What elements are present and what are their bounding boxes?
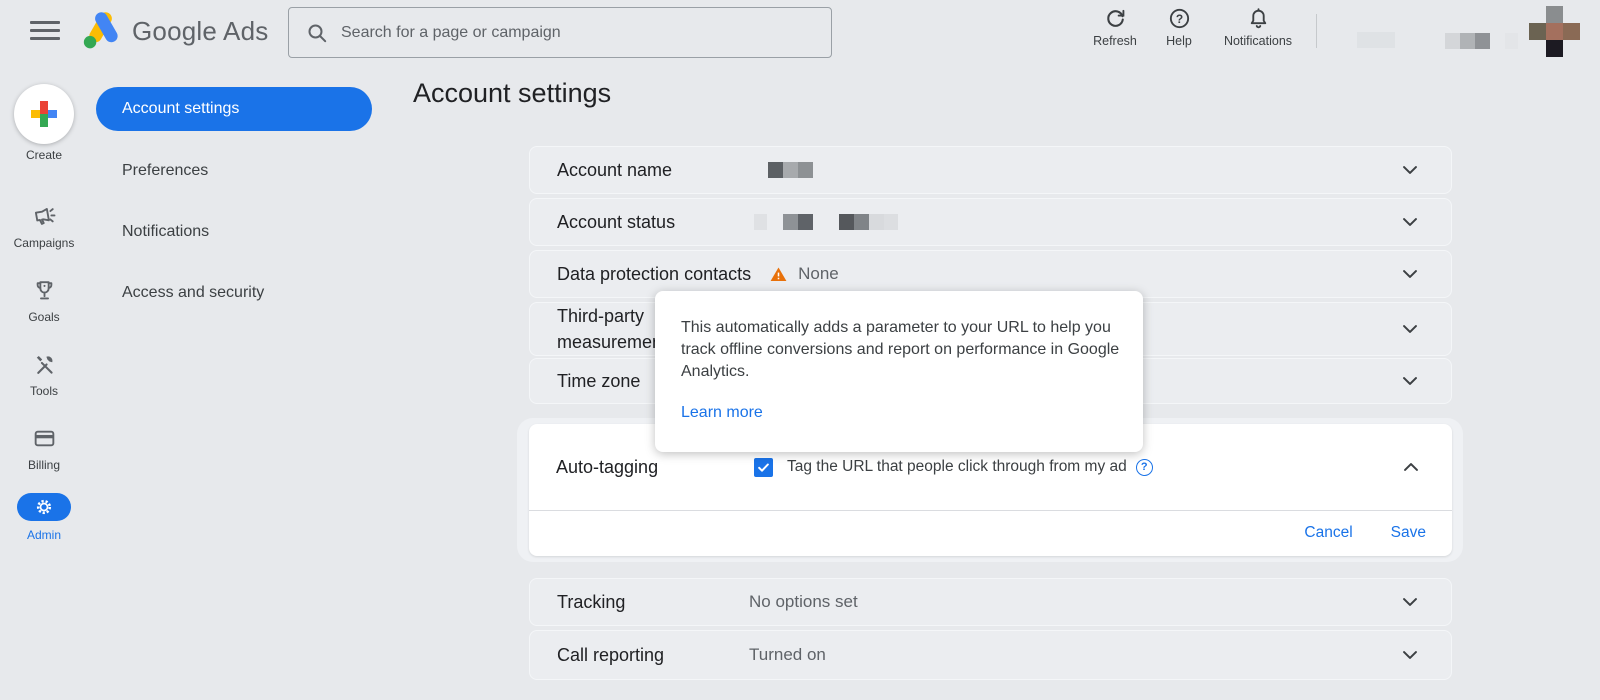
sidebar-item-campaigns[interactable]: Campaigns <box>0 204 88 250</box>
plus-icon <box>29 99 59 129</box>
top-bar: Google Ads Refresh ? Help Notifications <box>0 0 1600 66</box>
chevron-down-icon[interactable] <box>1399 318 1421 340</box>
row-value: None <box>798 264 839 284</box>
row-label: Call reporting <box>557 645 749 666</box>
chevron-down-icon[interactable] <box>1399 263 1421 285</box>
row-value: Turned on <box>749 645 826 665</box>
trophy-icon <box>32 278 57 303</box>
row-label: Tracking <box>557 592 749 613</box>
row-label: Account status <box>557 212 749 233</box>
search-icon <box>305 21 329 45</box>
row-label: Account name <box>557 160 749 181</box>
save-button[interactable]: Save <box>1391 524 1426 542</box>
create-label: Create <box>0 148 88 162</box>
row-account-status[interactable]: Account status <box>529 198 1452 246</box>
bell-icon <box>1246 6 1271 31</box>
subnav-item-label: Account settings <box>122 100 239 118</box>
brand-title: Google Ads <box>132 16 268 47</box>
chevron-down-icon[interactable] <box>1399 591 1421 613</box>
sidebar-item-billing[interactable]: Billing <box>0 426 88 472</box>
notifications-button[interactable]: Notifications <box>1213 6 1303 48</box>
sidebar-item-label: Campaigns <box>14 236 75 250</box>
sidebar-item-label: Admin <box>27 528 61 542</box>
refresh-label: Refresh <box>1093 34 1137 48</box>
chevron-down-icon[interactable] <box>1399 159 1421 181</box>
warning-icon <box>769 265 788 284</box>
chevron-down-icon[interactable] <box>1399 370 1421 392</box>
redacted-account-name-value <box>768 162 813 178</box>
gear-icon <box>34 497 54 517</box>
row-label: Auto-tagging <box>556 457 748 478</box>
left-nav-rail: Create Campaigns Goals <box>0 66 88 700</box>
check-icon <box>756 460 771 475</box>
google-ads-logo-icon <box>80 10 126 52</box>
admin-selected-pill[interactable] <box>17 493 71 521</box>
cancel-button[interactable]: Cancel <box>1304 524 1352 542</box>
topbar-divider <box>1316 14 1317 48</box>
help-circle-icon[interactable]: ? <box>1136 459 1153 476</box>
sidebar-item-label: Tools <box>30 384 58 398</box>
learn-more-link[interactable]: Learn more <box>681 404 763 422</box>
help-icon: ? <box>1167 6 1192 31</box>
help-label: Help <box>1166 34 1192 48</box>
subnav-item-account-settings[interactable]: Account settings <box>96 87 372 131</box>
row-call-reporting[interactable]: Call reporting Turned on <box>529 630 1452 680</box>
notifications-label: Notifications <box>1224 34 1292 48</box>
search-input[interactable] <box>341 24 801 42</box>
subnav-item-access-and-security[interactable]: Access and security <box>122 284 264 302</box>
google-ads-app: Google Ads Refresh ? Help Notifications <box>0 0 1600 700</box>
row-value: No options set <box>749 592 858 612</box>
subnav-item-preferences[interactable]: Preferences <box>122 162 208 180</box>
auto-tagging-checkbox-label: Tag the URL that people click through fr… <box>787 458 1127 476</box>
sidebar-item-goals[interactable]: Goals <box>0 278 88 324</box>
megaphone-icon <box>32 204 57 229</box>
row-label: Data protection contacts <box>557 264 751 285</box>
auto-tagging-checkbox[interactable] <box>754 458 773 477</box>
menu-icon[interactable] <box>30 21 60 43</box>
redacted-account-status-value <box>754 214 898 230</box>
redacted-account-id <box>1445 33 1490 49</box>
svg-text:?: ? <box>1175 12 1182 26</box>
search-box[interactable] <box>288 7 832 58</box>
redacted-block <box>1505 33 1518 49</box>
chevron-down-icon[interactable] <box>1399 644 1421 666</box>
create-button[interactable] <box>14 84 74 144</box>
sidebar-item-label: Billing <box>28 458 60 472</box>
row-account-name[interactable]: Account name <box>529 146 1452 194</box>
tools-icon <box>32 352 57 377</box>
row-tracking[interactable]: Tracking No options set <box>529 578 1452 626</box>
page-title: Account settings <box>413 78 611 109</box>
sidebar-item-admin[interactable]: Admin <box>0 493 88 542</box>
sidebar-item-label: Goals <box>28 310 59 324</box>
chevron-down-icon[interactable] <box>1399 211 1421 233</box>
help-button[interactable]: ? Help <box>1134 6 1224 48</box>
credit-card-icon <box>32 426 57 451</box>
tooltip-text: This automatically adds a parameter to y… <box>681 317 1121 383</box>
subnav-item-notifications[interactable]: Notifications <box>122 223 209 241</box>
redacted-account-label <box>1357 32 1395 48</box>
avatar[interactable] <box>1529 6 1580 57</box>
auto-tagging-tooltip: This automatically adds a parameter to y… <box>655 291 1143 452</box>
chevron-up-icon[interactable] <box>1400 456 1422 478</box>
sidebar-item-tools[interactable]: Tools <box>0 352 88 398</box>
refresh-icon <box>1103 6 1128 31</box>
